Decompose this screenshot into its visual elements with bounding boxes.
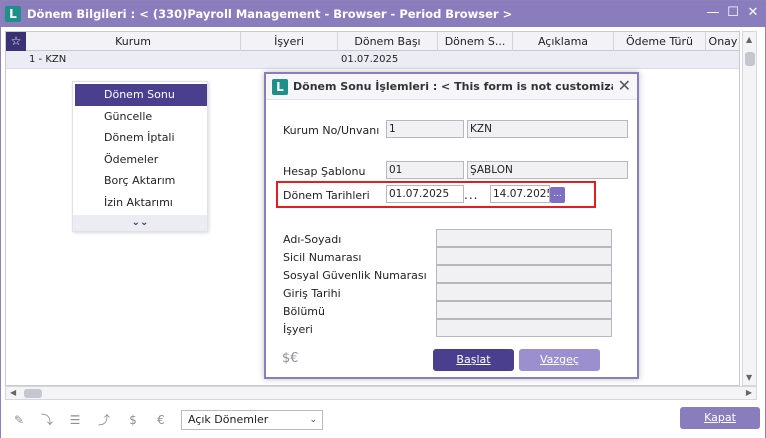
currency-icon[interactable]: $€ bbox=[282, 351, 299, 366]
person-label: Sicil Numarası bbox=[283, 251, 362, 264]
cell-kurum: 1 - KZN bbox=[29, 54, 67, 65]
horizontal-scrollbar[interactable]: ◀ ▶ bbox=[5, 386, 757, 400]
sicil-numarasi-field bbox=[436, 247, 612, 265]
cell-donem-basi: 01.07.2025 bbox=[341, 54, 399, 65]
close-icon[interactable]: ✕ bbox=[618, 78, 631, 94]
donem-tarihleri-label: Dönem Tarihleri bbox=[283, 189, 370, 202]
column-header-donem-basi[interactable]: Dönem Başı bbox=[338, 32, 438, 51]
edit-icon[interactable]: ✎ bbox=[11, 412, 27, 428]
scroll-thumb[interactable] bbox=[24, 389, 42, 398]
menu-item-borc-aktarim[interactable]: Borç Aktarım bbox=[73, 170, 207, 192]
person-label: Adı-Soyadı bbox=[283, 233, 342, 246]
menu-item-izin-aktarimi[interactable]: İzin Aktarımı bbox=[73, 192, 207, 214]
currency-exchange-icon[interactable]: € bbox=[153, 412, 169, 428]
scroll-down-icon[interactable]: ▼ bbox=[746, 373, 752, 382]
hesap-ad-field: ŞABLON bbox=[467, 161, 628, 179]
app-logo-icon: L bbox=[272, 78, 288, 95]
period-end-dialog: L Dönem Sonu İşlemleri : < This form is … bbox=[264, 72, 639, 379]
menu-item-donem-sonu[interactable]: Dönem Sonu bbox=[75, 84, 207, 106]
hesap-kod-field: 01 bbox=[386, 161, 464, 179]
kurum-no-field: 1 bbox=[386, 120, 464, 138]
minimize-button[interactable]: — bbox=[705, 5, 721, 21]
menu-item-odemeler[interactable]: Ödemeler bbox=[73, 149, 207, 171]
hesap-sablonu-label: Hesap Şablonu bbox=[283, 165, 366, 178]
start-button-label: Başlat bbox=[456, 353, 491, 366]
chevron-double-down-icon[interactable]: ⌄⌄ bbox=[73, 215, 207, 231]
column-header-donem-sonu[interactable]: Dönem S... bbox=[438, 32, 513, 51]
bolumu-field bbox=[436, 301, 612, 319]
period-end-input[interactable]: 14.07.2025 bbox=[490, 185, 550, 203]
bottom-toolbar: ✎ ⤵ ☰ ⤴ $ € Açık Dönemler ⌄ bbox=[1, 402, 765, 438]
start-button[interactable]: Başlat bbox=[433, 349, 514, 371]
chevron-down-icon: ⌄ bbox=[309, 415, 317, 425]
dialog-title: Dönem Sonu İşlemleri : < This form is no… bbox=[293, 80, 613, 93]
export-icon[interactable]: ⤴ bbox=[96, 412, 112, 428]
grid-header: ☆ Kurum İşyeri Dönem Başı Dönem S... Açı… bbox=[6, 32, 739, 51]
person-label: Sosyal Güvenlik Numarası bbox=[283, 269, 427, 282]
date-picker-button[interactable]: ... bbox=[550, 187, 565, 203]
close-button[interactable]: Kapat bbox=[680, 407, 760, 429]
maximize-button[interactable]: ☐ bbox=[725, 5, 741, 21]
period-filter-select[interactable]: Açık Dönemler ⌄ bbox=[181, 410, 323, 430]
cell-isyeri bbox=[241, 51, 338, 69]
vertical-scrollbar[interactable]: ▲ ▼ bbox=[742, 31, 757, 386]
window-close-button[interactable]: ✕ bbox=[745, 5, 761, 21]
adi-soyadi-field bbox=[436, 229, 612, 247]
person-label: İşyeri bbox=[283, 323, 313, 336]
scroll-left-icon[interactable]: ◀ bbox=[10, 388, 16, 397]
column-header-onay[interactable]: Onay bbox=[706, 32, 739, 51]
menu-item-guncelle[interactable]: Güncelle bbox=[73, 106, 207, 128]
scroll-right-icon[interactable]: ▶ bbox=[746, 388, 752, 397]
dialog-titlebar: L Dönem Sonu İşlemleri : < This form is … bbox=[266, 74, 637, 100]
kurum-label: Kurum No/Unvanı bbox=[283, 124, 380, 137]
scroll-thumb[interactable] bbox=[745, 52, 755, 66]
main-titlebar: L Dönem Bilgileri : < (330)Payroll Manag… bbox=[1, 1, 765, 27]
cancel-button-label: Vazgeç bbox=[540, 353, 579, 366]
sgk-numarasi-field bbox=[436, 265, 612, 283]
column-header-aciklama[interactable]: Açıklama bbox=[513, 32, 614, 51]
menu-item-donem-iptali[interactable]: Dönem İptali bbox=[73, 127, 207, 149]
column-header-isyeri[interactable]: İşyeri bbox=[241, 32, 338, 51]
window-controls: — ☐ ✕ bbox=[705, 5, 761, 21]
context-menu: Dönem Sonu Güncelle Dönem İptali Ödemele… bbox=[72, 81, 208, 232]
cancel-button[interactable]: Vazgeç bbox=[519, 349, 600, 371]
list-icon[interactable]: ☰ bbox=[67, 412, 83, 428]
column-header-kurum[interactable]: Kurum bbox=[26, 32, 241, 51]
table-row[interactable]: 1 - KZN 01.07.2025 bbox=[6, 51, 739, 69]
close-button-label: Kapat bbox=[704, 411, 736, 424]
import-icon[interactable]: ⤵ bbox=[39, 412, 55, 428]
app-logo-icon: L bbox=[5, 6, 21, 22]
star-icon[interactable]: ☆ bbox=[6, 32, 26, 51]
date-separator: ... bbox=[464, 188, 479, 202]
isyeri-field bbox=[436, 319, 612, 337]
person-label: Bölümü bbox=[283, 305, 325, 318]
period-start-input[interactable]: 01.07.2025 bbox=[386, 185, 464, 203]
currency-icon[interactable]: $ bbox=[125, 412, 141, 428]
column-header-odeme-turu[interactable]: Ödeme Türü bbox=[614, 32, 706, 51]
filter-value: Açık Dönemler bbox=[188, 413, 269, 426]
person-label: Giriş Tarihi bbox=[283, 287, 341, 300]
window-title: Dönem Bilgileri : < (330)Payroll Managem… bbox=[27, 7, 513, 21]
giris-tarihi-field bbox=[436, 283, 612, 301]
kurum-unvan-field: KZN bbox=[467, 120, 628, 138]
scroll-up-icon[interactable]: ▲ bbox=[746, 35, 752, 44]
